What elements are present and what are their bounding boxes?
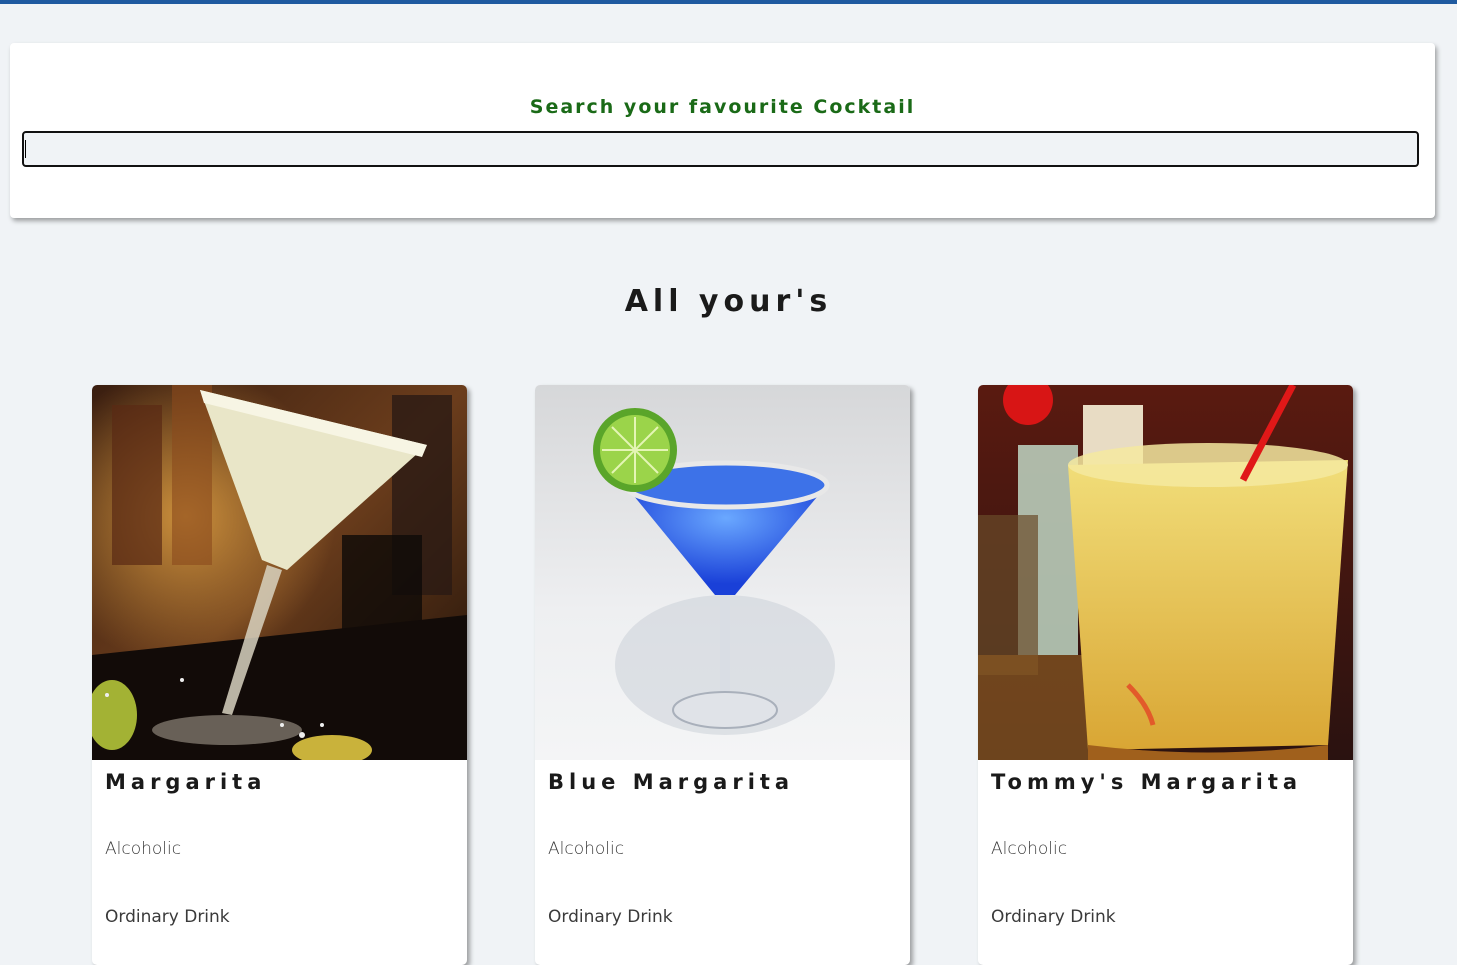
cocktail-card[interactable]: Margarita Alcoholic Ordinary Drink [92,385,467,965]
cocktail-alcoholic: Alcoholic [105,839,182,859]
cocktail-card[interactable]: Blue Margarita Alcoholic Ordinary Drink [535,385,910,965]
search-section: Search your favourite Cocktail [10,43,1435,218]
search-input[interactable] [22,131,1419,167]
cocktail-name: Blue Margarita [548,770,795,794]
cocktail-category: Ordinary Drink [548,907,673,927]
blue-margarita-image[interactable] [535,385,910,760]
search-input-wrapper [22,131,1419,167]
cocktail-category: Ordinary Drink [105,907,230,927]
tommys-margarita-image[interactable] [978,385,1353,760]
text-caret [25,140,26,158]
cocktail-name: Tommy's Margarita [991,770,1303,794]
cocktail-alcoholic: Alcoholic [991,839,1068,859]
cocktail-alcoholic: Alcoholic [548,839,625,859]
margarita-image[interactable] [92,385,467,760]
search-label: Search your favourite Cocktail [529,96,916,118]
cocktail-card[interactable]: Tommy's Margarita Alcoholic Ordinary Dri… [978,385,1353,965]
cocktail-category: Ordinary Drink [991,907,1116,927]
cocktail-name: Margarita [105,770,267,794]
section-title: All your's [624,284,833,319]
top-accent-bar [0,0,1457,4]
